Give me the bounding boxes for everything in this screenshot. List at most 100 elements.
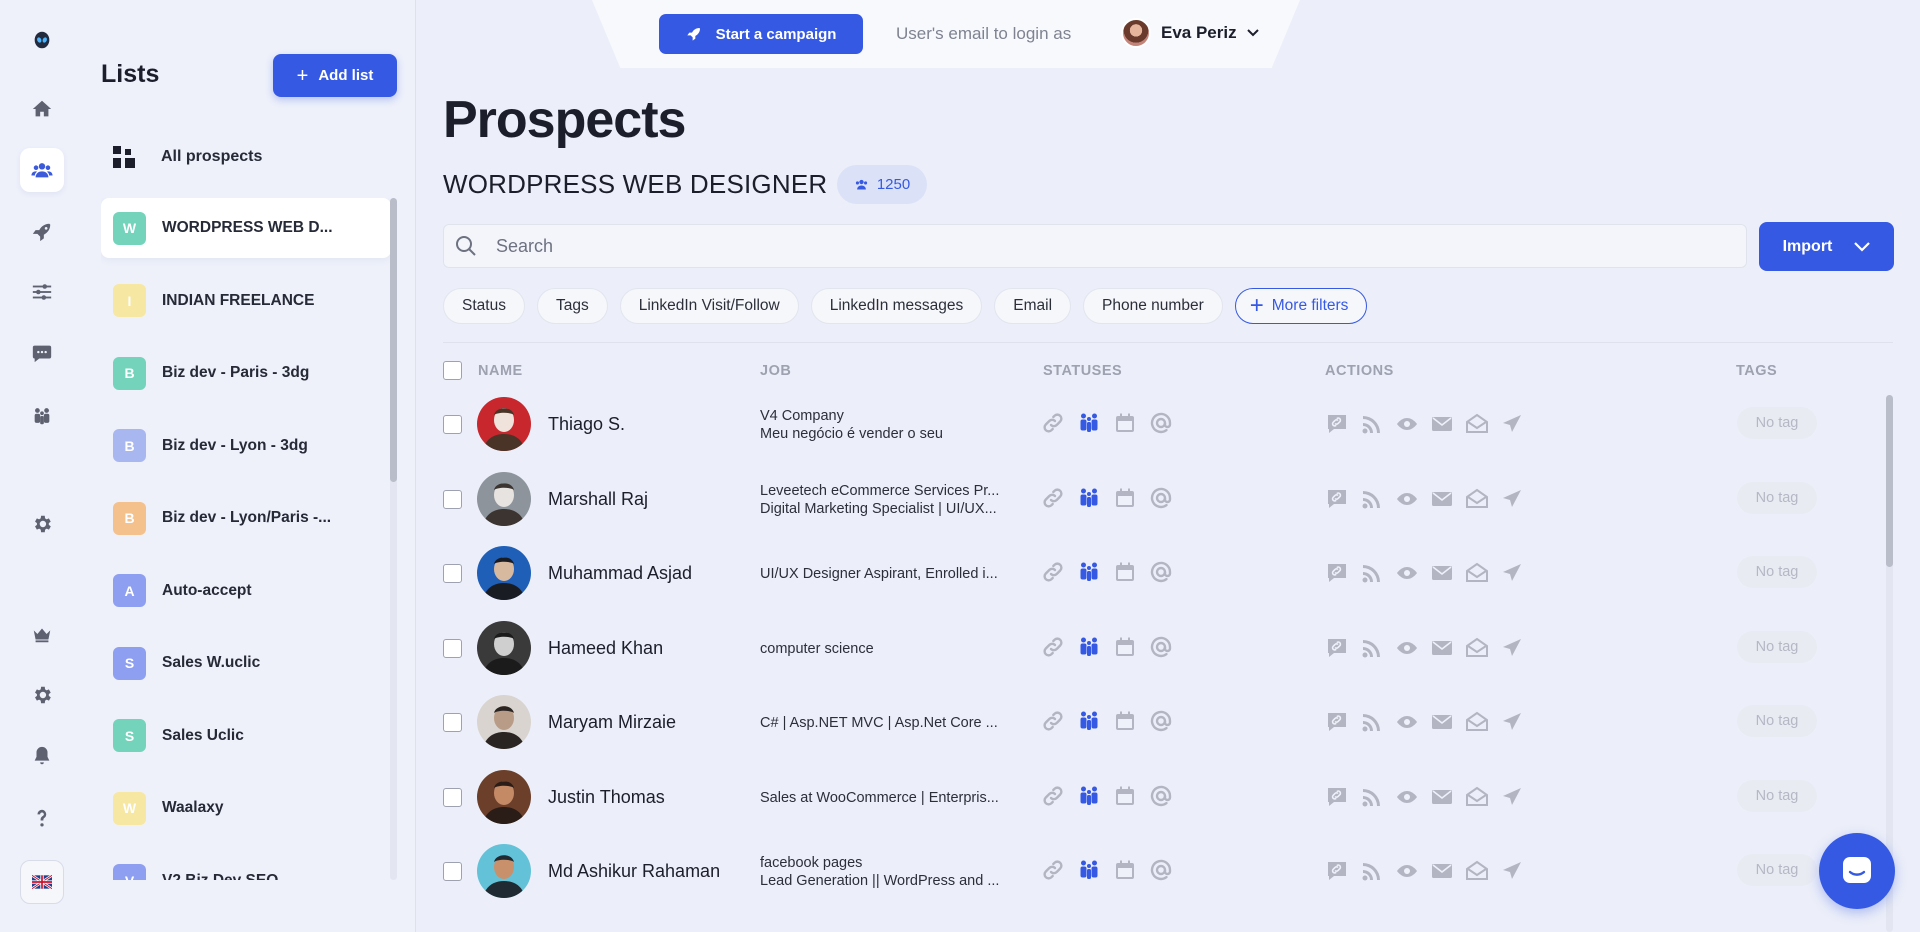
add-list-button[interactable]: + Add list [273, 54, 397, 97]
open-mail-icon[interactable] [1465, 561, 1489, 585]
prospect-name[interactable]: Hameed Khan [548, 638, 663, 659]
users-icon[interactable] [20, 148, 64, 192]
table-row[interactable]: Hameed Khan computer science No tag [0, 611, 1900, 685]
visit-eye-icon[interactable] [1395, 412, 1419, 436]
send-icon[interactable] [1500, 710, 1524, 734]
start-campaign-button[interactable]: Start a campaign [659, 14, 863, 54]
avatar[interactable] [477, 695, 531, 749]
table-row[interactable]: Muhammad Asjad UI/UX Designer Aspirant, E… [0, 536, 1900, 610]
row-checkbox[interactable] [443, 489, 462, 509]
row-checkbox[interactable] [443, 787, 462, 807]
follow-rss-icon[interactable] [1360, 785, 1384, 809]
support-chat-button[interactable] [1819, 833, 1895, 909]
follow-rss-icon[interactable] [1360, 561, 1384, 585]
avatar[interactable] [477, 471, 531, 526]
row-checkbox[interactable] [443, 638, 462, 658]
open-mail-icon[interactable] [1465, 636, 1489, 660]
filter-chip[interactable]: LinkedIn Visit/Follow [619, 288, 799, 324]
list-item[interactable]: I INDIAN FREELANCE [101, 271, 391, 331]
column-header-statuses[interactable]: STATUSES [1043, 363, 1122, 379]
list-item[interactable]: W WORDPRESS WEB D... [101, 198, 391, 258]
avatar[interactable] [477, 620, 531, 675]
open-mail-icon[interactable] [1465, 785, 1489, 809]
email-icon[interactable] [1430, 859, 1454, 883]
avatar[interactable] [477, 397, 531, 451]
email-icon[interactable] [1430, 785, 1454, 809]
follow-rss-icon[interactable] [1360, 859, 1384, 883]
send-icon[interactable] [1500, 487, 1524, 511]
visit-eye-icon[interactable] [1395, 710, 1419, 734]
send-icon[interactable] [1500, 412, 1524, 436]
tag-badge[interactable]: No tag [1737, 481, 1817, 514]
column-header-job[interactable]: JOB [760, 363, 791, 379]
login-as-text[interactable]: User's email to login as [896, 24, 1071, 44]
visit-eye-icon[interactable] [1395, 785, 1419, 809]
table-row[interactable]: Marshall Raj Leveetech eCommerce Services… [0, 462, 1900, 536]
send-icon[interactable] [1500, 785, 1524, 809]
tag-badge[interactable]: No tag [1737, 556, 1817, 588]
message-link-icon[interactable] [1325, 561, 1349, 585]
tag-badge[interactable]: No tag [1737, 779, 1817, 812]
home-icon[interactable] [20, 87, 64, 131]
message-link-icon[interactable] [1325, 487, 1349, 511]
alien-logo-icon[interactable] [20, 18, 64, 62]
send-icon[interactable] [1500, 859, 1524, 883]
search-input[interactable] [496, 235, 1696, 257]
avatar[interactable] [477, 546, 531, 600]
message-link-icon[interactable] [1325, 412, 1349, 436]
select-all-checkbox[interactable] [443, 361, 462, 380]
table-row[interactable]: Thiago S. V4 Company Meu negócio é vender … [0, 387, 1900, 461]
prospect-name[interactable]: Justin Thomas [548, 787, 665, 808]
avatar[interactable] [477, 844, 531, 898]
tag-badge[interactable]: No tag [1737, 854, 1817, 886]
follow-rss-icon[interactable] [1360, 636, 1384, 660]
follow-rss-icon[interactable] [1360, 412, 1384, 436]
open-mail-icon[interactable] [1465, 710, 1489, 734]
row-checkbox[interactable] [443, 713, 462, 732]
table-row[interactable]: Md Ashikur Rahaman facebook pages Lead Gen… [0, 834, 1900, 908]
filter-chip[interactable]: LinkedIn messages [810, 288, 983, 324]
avatar[interactable] [477, 769, 531, 824]
message-link-icon[interactable] [1325, 710, 1349, 734]
open-mail-icon[interactable] [1465, 859, 1489, 883]
open-mail-icon[interactable] [1465, 412, 1489, 436]
rocket-icon[interactable] [20, 210, 64, 254]
email-icon[interactable] [1430, 412, 1454, 436]
filter-chip[interactable]: Tags [536, 288, 608, 324]
table-scrollbar-thumb[interactable] [1886, 395, 1893, 567]
tag-badge[interactable]: No tag [1737, 407, 1817, 439]
prospect-name[interactable]: Marshall Raj [548, 489, 648, 510]
follow-rss-icon[interactable] [1360, 487, 1384, 511]
table-row[interactable]: Maryam Mirzaie C# | Asp.NET MVC | Asp.Net… [0, 685, 1900, 759]
visit-eye-icon[interactable] [1395, 561, 1419, 585]
row-checkbox[interactable] [443, 564, 462, 583]
filter-chip[interactable]: Status [443, 288, 525, 324]
tag-badge[interactable]: No tag [1737, 705, 1817, 737]
email-icon[interactable] [1430, 487, 1454, 511]
visit-eye-icon[interactable] [1395, 859, 1419, 883]
filter-chip[interactable]: Email [994, 288, 1072, 324]
column-header-tags[interactable]: TAGS [1736, 363, 1777, 379]
follow-rss-icon[interactable] [1360, 710, 1384, 734]
send-icon[interactable] [1500, 561, 1524, 585]
visit-eye-icon[interactable] [1395, 487, 1419, 511]
prospect-name[interactable]: Md Ashikur Rahaman [548, 861, 720, 882]
row-checkbox[interactable] [443, 415, 462, 434]
message-link-icon[interactable] [1325, 859, 1349, 883]
send-icon[interactable] [1500, 636, 1524, 660]
table-row[interactable]: Justin Thomas Sales at WooCommerce | Ente… [0, 760, 1900, 834]
prospect-name[interactable]: Thiago S. [548, 414, 625, 435]
prospect-name[interactable]: Maryam Mirzaie [548, 712, 676, 733]
message-link-icon[interactable] [1325, 785, 1349, 809]
all-prospects-item[interactable]: All prospects [101, 140, 381, 174]
open-mail-icon[interactable] [1465, 487, 1489, 511]
message-link-icon[interactable] [1325, 636, 1349, 660]
column-header-name[interactable]: NAME [478, 363, 523, 379]
user-menu[interactable]: Eva Periz [1121, 18, 1259, 48]
visit-eye-icon[interactable] [1395, 636, 1419, 660]
prospect-name[interactable]: Muhammad Asjad [548, 563, 692, 584]
row-checkbox[interactable] [443, 862, 462, 881]
column-header-actions[interactable]: ACTIONS [1325, 363, 1394, 379]
more-filters-button[interactable]: + More filters [1234, 288, 1368, 324]
email-icon[interactable] [1430, 710, 1454, 734]
